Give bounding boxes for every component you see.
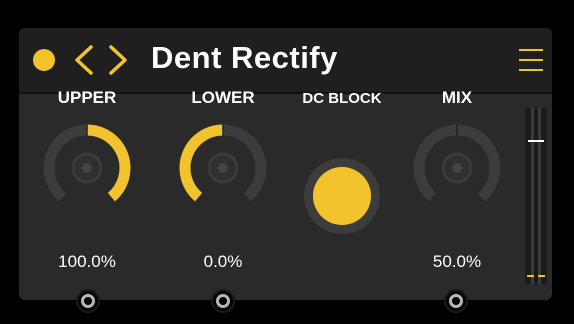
hamburger-menu-icon[interactable]: [517, 46, 545, 74]
mix-modulation-jack[interactable]: [444, 289, 468, 313]
upper-label: UPPER: [57, 88, 117, 107]
meter-signal-left: [527, 275, 534, 277]
output-meter[interactable]: [525, 108, 547, 284]
upper-value: 100.0%: [58, 252, 116, 271]
lower-knob-center-dot: [218, 163, 228, 173]
dc-block-indicator: [313, 167, 371, 225]
chevron-right-icon[interactable]: [109, 45, 127, 75]
upper-knob[interactable]: [37, 118, 137, 218]
mix-knob-center-dot: [452, 163, 462, 173]
preset-nav: [75, 45, 127, 75]
mix-value: 50.0%: [432, 252, 482, 271]
meter-level-handle[interactable]: [528, 140, 544, 142]
lower-label: LOWER: [191, 88, 255, 107]
lower-modulation-jack[interactable]: [211, 289, 235, 313]
lower-value: 0.0%: [203, 252, 243, 271]
upper-knob-center-dot: [82, 163, 92, 173]
upper-modulation-jack[interactable]: [76, 289, 100, 313]
chevron-left-icon[interactable]: [75, 45, 93, 75]
meter-track-left: [531, 108, 534, 284]
dc-block-label: DC BLOCK: [302, 90, 382, 107]
dc-block-toggle[interactable]: [302, 156, 382, 236]
lower-knob[interactable]: [173, 118, 273, 218]
plugin-header: Dent Rectify: [19, 28, 552, 94]
power-dot-icon[interactable]: [33, 49, 55, 71]
meter-track-right: [538, 108, 541, 284]
plugin-title: Dent Rectify: [151, 40, 338, 75]
mix-label: MIX: [441, 88, 473, 107]
mix-knob[interactable]: [407, 118, 507, 218]
meter-signal-right: [538, 275, 545, 277]
